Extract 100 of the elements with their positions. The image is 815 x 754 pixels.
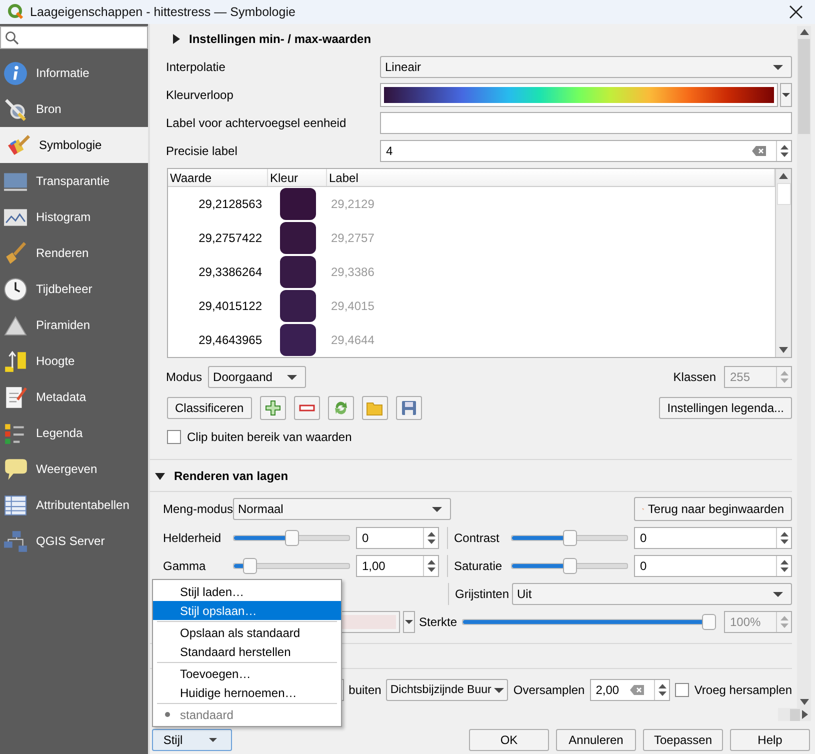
sidebar-item[interactable]: QGIS Server [0, 523, 148, 559]
ramp-dropdown-button[interactable] [780, 83, 792, 107]
sidebar-item[interactable]: Tijdbeheer [0, 271, 148, 307]
blend-mode-dropdown[interactable]: Normaal [233, 498, 451, 520]
grayscale-dropdown[interactable]: Uit [512, 583, 792, 605]
clear-icon[interactable] [752, 146, 766, 156]
slider[interactable] [233, 530, 350, 546]
reverse-button[interactable] [328, 396, 354, 420]
mode-dropdown[interactable]: Doorgaand [208, 366, 306, 388]
checkbox[interactable] [675, 683, 690, 697]
field-label: Meng-modus [163, 502, 233, 516]
slider[interactable] [511, 530, 628, 546]
sidebar-item[interactable]: Symbologie [0, 127, 148, 163]
color-swatch[interactable] [280, 290, 316, 322]
interpolation-dropdown[interactable]: Lineair [380, 56, 792, 78]
spin-arrows-icon[interactable] [780, 144, 788, 158]
clock-icon [3, 276, 28, 302]
folder-icon [366, 400, 384, 416]
spinbox[interactable]: 0 [634, 527, 792, 549]
slider[interactable] [511, 558, 628, 574]
spin-arrows-icon[interactable] [780, 531, 788, 545]
spin-arrows-icon[interactable] [780, 559, 788, 573]
resampling-dropdown[interactable]: Dichtsbijzijnde Buur [386, 679, 508, 701]
caret-icon [782, 93, 790, 97]
classify-button[interactable]: Classificeren [167, 397, 252, 419]
sidebar-item[interactable]: Weergeven [0, 451, 148, 487]
dialog-button[interactable]: Help [730, 728, 810, 750]
field-label: buiten [348, 683, 382, 697]
color-ramp-button[interactable] [380, 83, 778, 107]
spin-arrows-icon[interactable] [658, 683, 667, 697]
color-swatch[interactable] [280, 256, 316, 288]
sidebar-item[interactable]: Legenda [0, 415, 148, 451]
remove-class-button[interactable] [294, 396, 320, 420]
up-arrow-icon[interactable] [800, 29, 808, 35]
spin-arrows-icon[interactable] [426, 559, 436, 573]
sidebar-item[interactable]: Informatie [0, 55, 148, 91]
field-label: Grijstinten [455, 587, 510, 601]
suffix-input-field[interactable] [380, 112, 792, 134]
style-menu-button[interactable]: Stijl [152, 728, 232, 750]
dialog-button[interactable]: Annuleren [556, 728, 636, 750]
section-title[interactable]: Instellingen min- / max-waarden [189, 32, 372, 46]
add-class-button[interactable] [260, 396, 286, 420]
menu-item[interactable]: Toevoegen… [153, 664, 341, 683]
color-swatch[interactable] [280, 222, 316, 254]
sidebar-item[interactable]: Transparantie [0, 163, 148, 199]
up-arrow-icon[interactable] [779, 173, 788, 179]
slider[interactable] [233, 558, 350, 574]
sidebar-item[interactable]: Piramiden [0, 307, 148, 343]
menu-item[interactable]: Stijl laden… [153, 582, 341, 601]
scrollbar-thumb[interactable] [776, 183, 790, 205]
dropdown-button[interactable] [403, 611, 415, 633]
down-arrow-icon[interactable] [800, 699, 808, 705]
legend-settings-button[interactable]: Instellingen legenda... [659, 397, 792, 419]
field-label: Contrast [454, 531, 500, 545]
close-button[interactable] [787, 3, 805, 21]
clear-icon[interactable] [630, 685, 644, 695]
sidebar-item[interactable]: Hoogte [0, 343, 148, 379]
field-label: Helderheid [163, 531, 222, 545]
reset-button[interactable]: Terug naar beginwaarden [634, 497, 792, 521]
menu-item[interactable]: Opslaan als standaard [153, 623, 341, 642]
menu-item[interactable]: standaard [153, 705, 341, 724]
scrollbar-thumb[interactable] [798, 39, 810, 134]
precision-spinbox[interactable]: 4 [380, 140, 792, 162]
sidebar-item[interactable]: Renderen [0, 235, 148, 271]
sidebar-item[interactable]: Attributentabellen [0, 487, 148, 523]
menu-item[interactable]: Huidige hernoemen… [153, 683, 341, 702]
color-swatch[interactable] [280, 188, 316, 220]
slider[interactable] [462, 614, 716, 630]
sidebar-item[interactable]: Histogram [0, 199, 148, 235]
dialog-button[interactable]: Toepassen [643, 728, 723, 750]
checkbox[interactable] [167, 430, 181, 444]
expand-arrow-icon[interactable] [173, 34, 180, 44]
down-arrow-icon[interactable] [779, 347, 788, 353]
spin-arrows-icon[interactable] [426, 531, 436, 545]
sidebar-item[interactable]: Metadata [0, 379, 148, 415]
right-arrow-icon[interactable] [802, 710, 808, 719]
field-label: Saturatie [454, 559, 504, 573]
search-field[interactable] [0, 26, 148, 49]
scrollbar-thumb[interactable] [790, 708, 800, 720]
scrollbar[interactable] [778, 708, 811, 721]
color-swatch[interactable] [280, 324, 316, 356]
collapse-arrow-icon[interactable] [155, 472, 165, 480]
spinbox[interactable]: 1,00 [356, 555, 439, 577]
dialog-button[interactable]: OK [469, 728, 549, 750]
field-label: Kleurverloop [166, 88, 234, 102]
menu-item[interactable]: Standaard herstellen [153, 642, 341, 661]
scrollbar[interactable] [797, 26, 811, 708]
info-icon [3, 60, 28, 86]
column-header[interactable]: Waarde [168, 169, 268, 186]
oversampling-spinbox[interactable]: 2,00 [590, 679, 670, 701]
menu-item[interactable]: Stijl opslaan… [153, 601, 341, 620]
sidebar-item[interactable]: Bron [0, 91, 148, 127]
scrollbar[interactable] [775, 169, 791, 357]
save-button[interactable] [396, 396, 422, 420]
table-cell-text: 29,4015 [330, 299, 376, 313]
table-cell-text: 29,2757422 [198, 231, 263, 245]
section-title[interactable]: Renderen van lagen [174, 469, 288, 483]
spinbox[interactable]: 0 [356, 527, 439, 549]
column-header[interactable]: Kleur [268, 169, 327, 186]
spinbox[interactable]: 0 [634, 555, 792, 577]
